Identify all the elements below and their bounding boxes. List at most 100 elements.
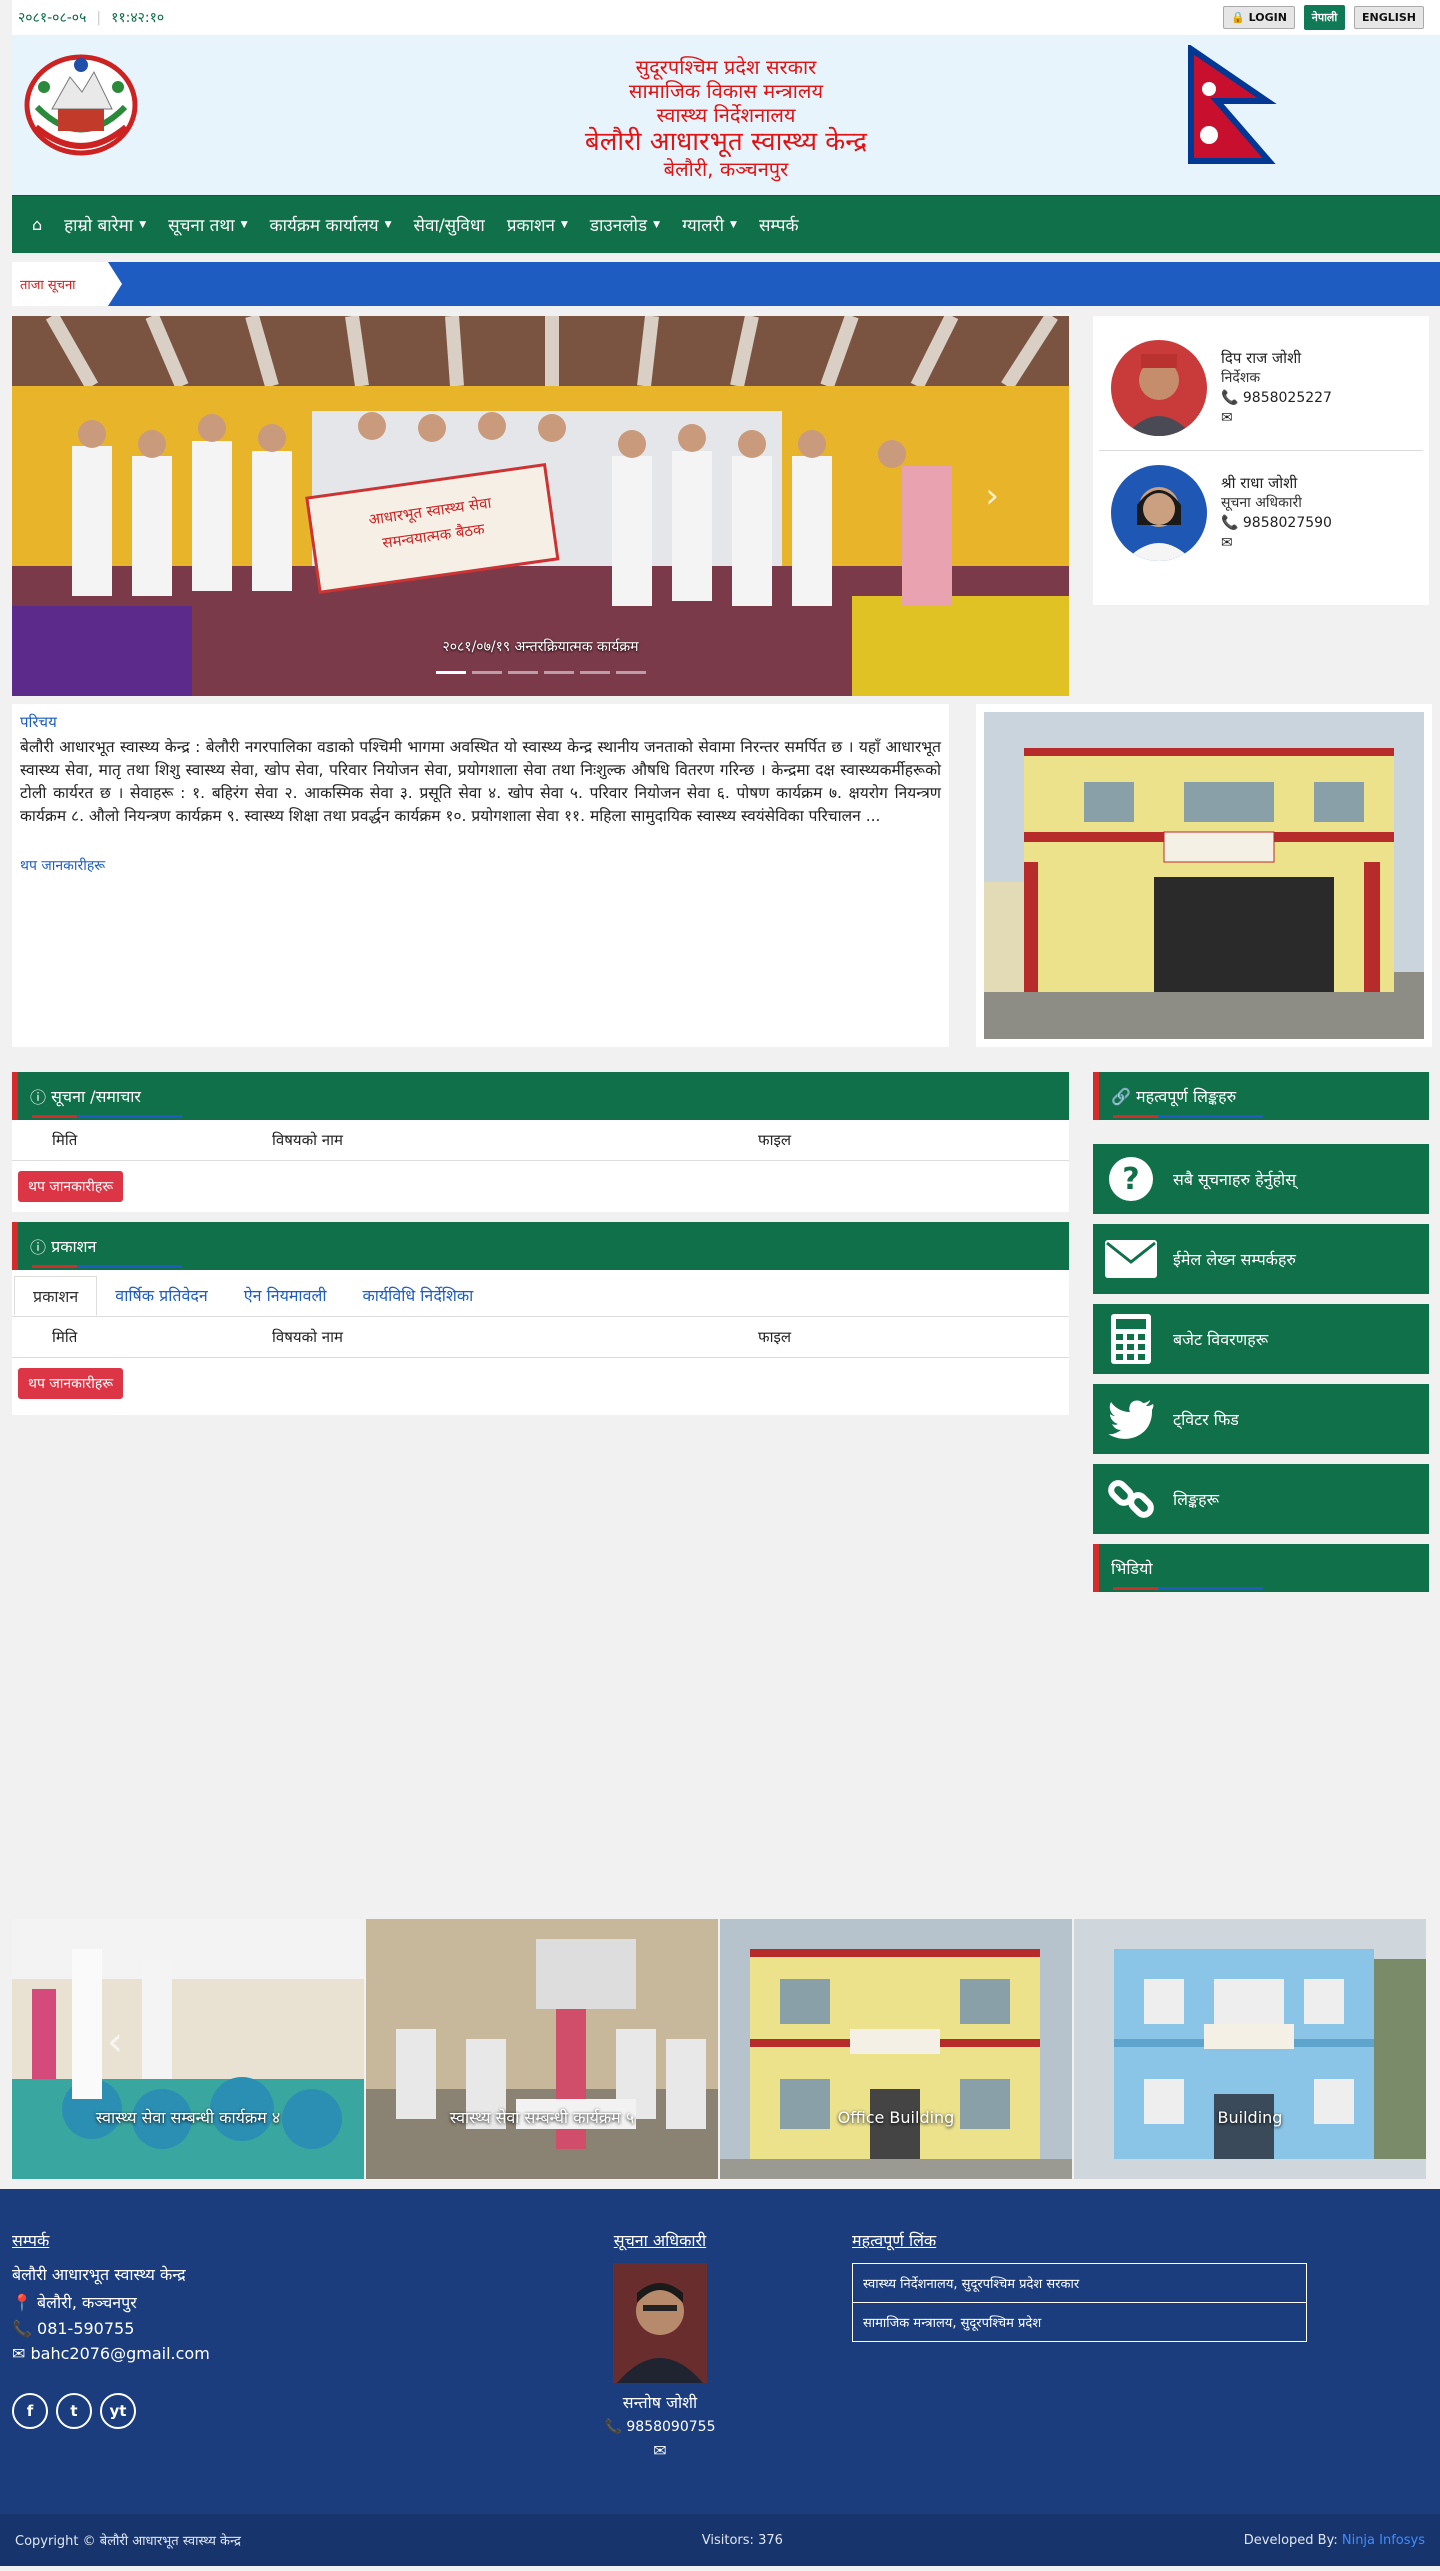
gallery-caption: Office Building: [837, 2108, 955, 2127]
publication-table-header: मिति विषयको नाम फाइल: [12, 1317, 1069, 1358]
nav-contact[interactable]: सम्पर्क: [759, 213, 799, 236]
bottom-bar: Copyright © बेलौरी आधारभूत स्वास्थ्य केन…: [0, 2514, 1440, 2566]
tab-acts[interactable]: ऐन नियमावली: [226, 1276, 345, 1316]
envelope-icon[interactable]: ✉: [1221, 408, 1332, 428]
footer-link-item[interactable]: सामाजिक मन्त्रालय, सुदूरपश्चिम प्रदेश: [853, 2302, 1306, 2341]
gallery-caption: स्वास्थ्य सेवा सम्बन्धी कार्यक्रम ४: [95, 2108, 281, 2127]
footer-link-item[interactable]: स्वास्थ्य निर्देशनालय, सुदूरपश्चिम प्रदे…: [853, 2264, 1306, 2302]
about-read-more-link[interactable]: थप जानकारीहरू: [20, 856, 941, 875]
facebook-icon[interactable]: f: [12, 2393, 48, 2429]
question-icon: ?: [1103, 1156, 1159, 1202]
notice-panel: ⓘ सूचना /समाचार मिति विषयको नाम फाइल थप जा…: [12, 1072, 1069, 1212]
nav-about[interactable]: हाम्रो बारेमा ▼: [64, 213, 146, 236]
officials-panel: दिप राज जोशी निर्देशक 📞 9858025227 ✉ श्र…: [1093, 316, 1429, 605]
building-photo: [976, 704, 1432, 1047]
gallery-prev-icon[interactable]: ‹: [107, 2019, 123, 2065]
developer-link[interactable]: Ninja Infosys: [1342, 2533, 1425, 2548]
tab-publication[interactable]: प्रकाशन: [14, 1276, 98, 1316]
notice-header: ⓘ सूचना /समाचार: [12, 1072, 1069, 1120]
about-text: बेलौरी आधारभूत स्वास्थ्य केन्द्र : बेलौर…: [20, 738, 941, 825]
gallery-caption: स्वास्थ्य सेवा सम्बन्धी कार्यक्रम ५: [449, 2108, 635, 2127]
gallery-item[interactable]: स्वास्थ्य सेवा सम्बन्धी कार्यक्रम ५: [366, 1919, 718, 2179]
quick-link-email[interactable]: ईमेल लेख्न सम्पर्कहरु: [1093, 1224, 1429, 1294]
video-header: भिडियो: [1093, 1544, 1429, 1592]
slider-caption: २०८१/०७/१९ अन्तरक्रियात्मक कार्यक्रम: [442, 639, 639, 655]
slider-indicators[interactable]: [12, 671, 1069, 674]
main-nav: ⌂ हाम्रो बारेमा ▼ सूचना तथा ▼ कार्यक्रम का…: [12, 195, 1440, 253]
quick-link-links[interactable]: लिङ्कहरू: [1093, 1464, 1429, 1534]
quick-link-twitter[interactable]: ट्विटर फिड: [1093, 1384, 1429, 1454]
top-buttons: 🔒 LOGIN नेपाली ENGLISH: [1219, 5, 1424, 30]
lang-english-button[interactable]: ENGLISH: [1354, 6, 1424, 29]
nav-publication[interactable]: प्रकाशन ▼: [507, 213, 568, 236]
nav-gallery[interactable]: ग्यालरी ▼: [682, 213, 737, 236]
youtube-icon[interactable]: yt: [100, 2393, 136, 2429]
twitter-icon: [1103, 1399, 1159, 1439]
info-officer-photo: [613, 2263, 707, 2383]
lang-nepali-button[interactable]: नेपाली: [1303, 5, 1346, 30]
official-name: श्री राधा जोशी: [1221, 474, 1298, 492]
avatar: [1111, 465, 1207, 561]
nepal-flag-icon: [1188, 45, 1277, 164]
slider-next-icon[interactable]: ›: [985, 476, 999, 516]
nav-program[interactable]: कार्यक्रम कार्यालय ▼: [270, 213, 392, 236]
publication-header: ⓘ प्रकाशन: [12, 1222, 1069, 1270]
official-phone[interactable]: 📞 9858025227: [1221, 388, 1332, 408]
nav-download[interactable]: डाउनलोड ▼: [590, 213, 660, 236]
developer-credit: Developed By: Ninja Infosys: [1243, 2532, 1425, 2548]
footer-info-officer: सूचना अधिकारी सन्तोष जोशी 📞 9858090755 ✉: [600, 2229, 720, 2466]
ticker-label: ताजा सूचना: [12, 262, 122, 306]
link-icon: [1103, 1476, 1159, 1522]
svg-text:?: ?: [1122, 1162, 1139, 1197]
footer-org-name: बेलौरी आधारभूत स्वास्थ्य केन्द्र: [12, 2265, 186, 2284]
envelope-icon[interactable]: ✉: [600, 2441, 720, 2460]
official-title: सूचना अधिकारी: [1221, 495, 1302, 511]
home-icon[interactable]: ⌂: [32, 215, 42, 234]
mail-icon: [1103, 1240, 1159, 1278]
publication-more-button[interactable]: थप जानकारीहरू: [18, 1368, 124, 1399]
footer-phone[interactable]: 📞 081-590755: [12, 2319, 210, 2338]
footer-address: 📍 बेलौरी, कञ्चनपुर: [12, 2293, 137, 2312]
image-slider[interactable]: आधारभूत स्वास्थ्य सेवा समन्वयात्मक बैठक …: [12, 316, 1069, 696]
calculator-icon: [1103, 1314, 1159, 1364]
quick-link-notices[interactable]: ? सबै सूचनाहरु हेर्नुहोस्: [1093, 1144, 1429, 1214]
publication-panel: ⓘ प्रकाशन प्रकाशन वार्षिक प्रतिवेदन ऐन न…: [12, 1222, 1069, 1415]
publication-tabs: प्रकाशन वार्षिक प्रतिवेदन ऐन नियमावली का…: [12, 1270, 1069, 1317]
tab-annual-report[interactable]: वार्षिक प्रतिवेदन: [97, 1276, 225, 1316]
copyright-text: Copyright © बेलौरी आधारभूत स्वास्थ्य केन…: [15, 2534, 241, 2549]
news-ticker[interactable]: ताजा सूचना: [12, 262, 1440, 306]
notice-more-button[interactable]: थप जानकारीहरू: [18, 1171, 124, 1202]
official-card: श्री राधा जोशी सूचना अधिकारी 📞 985802759…: [1099, 450, 1423, 575]
gallery-item[interactable]: Building: [1074, 1919, 1426, 2179]
photo-gallery[interactable]: स्वास्थ्य सेवा सम्बन्धी कार्यक्रम ४ ‹ स्…: [12, 1919, 1440, 2179]
footer-links: महत्वपूर्ण लिंक स्वास्थ्य निर्देशनालय, स…: [852, 2229, 1307, 2342]
nav-services[interactable]: सेवा/सुविधा: [414, 213, 485, 236]
social-links: f t yt: [12, 2393, 210, 2429]
official-phone[interactable]: 📞 9858027590: [1221, 513, 1332, 533]
official-card: दिप राज जोशी निर्देशक 📞 9858025227 ✉: [1099, 326, 1423, 450]
current-time: ११:४२:१०: [111, 10, 165, 26]
envelope-icon[interactable]: ✉: [1221, 533, 1332, 553]
notice-table-header: मिति विषयको नाम फाइल: [12, 1120, 1069, 1161]
official-title: निर्देशक: [1221, 370, 1261, 386]
gallery-caption: Building: [1217, 2108, 1283, 2127]
tab-guidelines[interactable]: कार्यविधि निर्देशिका: [344, 1276, 491, 1316]
twitter-icon[interactable]: t: [56, 2393, 92, 2429]
nav-info[interactable]: सूचना तथा ▼: [168, 213, 247, 236]
top-bar: २०८१-०८-०५ | ११:४२:१० 🔒 LOGIN नेपाली ENGLI…: [12, 0, 1440, 35]
site-header: सुदूरपश्चिम प्रदेश सरकार सामाजिक विकास म…: [12, 35, 1440, 195]
info-officer-phone[interactable]: 📞 9858090755: [600, 2419, 720, 2435]
about-heading: परिचय: [20, 713, 57, 731]
gallery-item[interactable]: स्वास्थ्य सेवा सम्बन्धी कार्यक्रम ४ ‹: [12, 1919, 364, 2179]
gallery-item[interactable]: Office Building: [720, 1919, 1072, 2179]
quick-link-budget[interactable]: बजेट विवरणहरू: [1093, 1304, 1429, 1374]
footer-info-heading: सूचना अधिकारी: [613, 2231, 707, 2250]
avatar: [1111, 340, 1207, 436]
site-footer: सम्पर्क बेलौरी आधारभूत स्वास्थ्य केन्द्र…: [0, 2189, 1440, 2514]
about-section: परिचय बेलौरी आधारभूत स्वास्थ्य केन्द्र :…: [12, 704, 949, 1047]
current-date: २०८१-०८-०५: [18, 10, 87, 26]
footer-email[interactable]: ✉ bahc2076@gmail.com: [12, 2344, 210, 2363]
footer-contact: सम्पर्क बेलौरी आधारभूत स्वास्थ्य केन्द्र…: [12, 2229, 210, 2429]
date-time: २०८१-०८-०५ | ११:४२:१०: [18, 10, 165, 26]
login-button[interactable]: 🔒 LOGIN: [1223, 6, 1295, 29]
